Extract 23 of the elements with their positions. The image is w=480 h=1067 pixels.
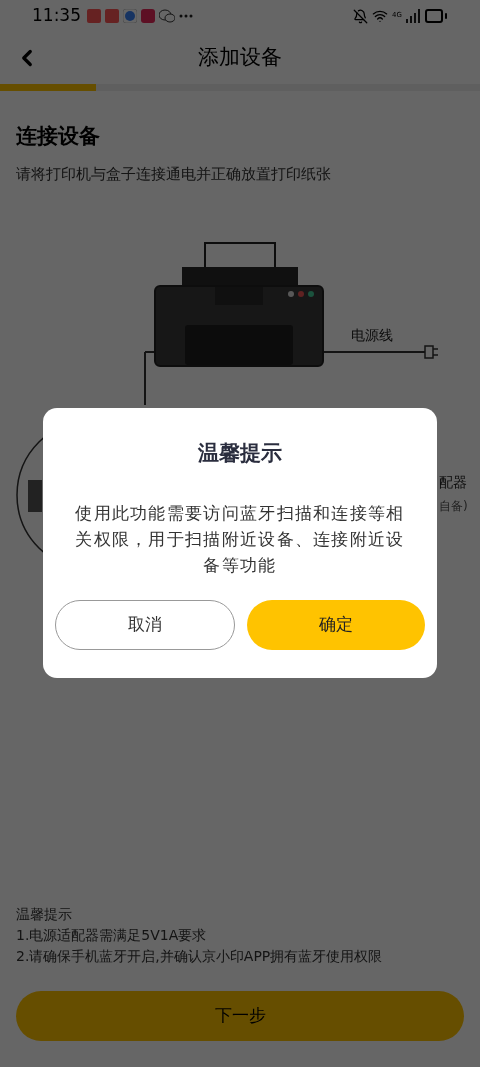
step-description: 请将打印机与盒子连接通电并正确放置打印纸张 bbox=[16, 163, 332, 185]
cancel-button[interactable]: 取消 bbox=[55, 599, 235, 650]
app-icon bbox=[141, 9, 155, 23]
chat-icon bbox=[159, 9, 175, 23]
tips-title: 温馨提示 bbox=[16, 905, 73, 924]
diagram-label: 电源线 bbox=[351, 326, 393, 345]
dialog-title: 温馨提示 bbox=[198, 440, 282, 467]
bell-off-icon bbox=[353, 8, 369, 24]
tip-text: 1.电源适配器需满足5V1A要求 bbox=[16, 926, 208, 945]
tip-text: 2.请确保手机蓝牙开启,并确认京小印APP拥有蓝牙使用权限 bbox=[16, 947, 384, 966]
dialog-message: 使用此功能需要访问蓝牙扫描和连接等相关权限，用于扫描附近设备、连接附近设备等功能 bbox=[74, 501, 406, 577]
app-icon bbox=[123, 9, 137, 23]
confirm-button[interactable]: 确定 bbox=[247, 599, 425, 650]
diagram-label: 自备) bbox=[439, 498, 468, 515]
step-title: 连接设备 bbox=[16, 123, 101, 150]
app-icon bbox=[87, 9, 101, 23]
page-title: 添加设备 bbox=[198, 44, 282, 72]
app-icon bbox=[105, 9, 119, 23]
wifi-icon bbox=[372, 8, 389, 24]
more-icon bbox=[179, 14, 193, 18]
signal-icon bbox=[406, 9, 420, 23]
clock: 11:35 bbox=[32, 4, 81, 28]
diagram-label: 配器 bbox=[439, 473, 467, 492]
